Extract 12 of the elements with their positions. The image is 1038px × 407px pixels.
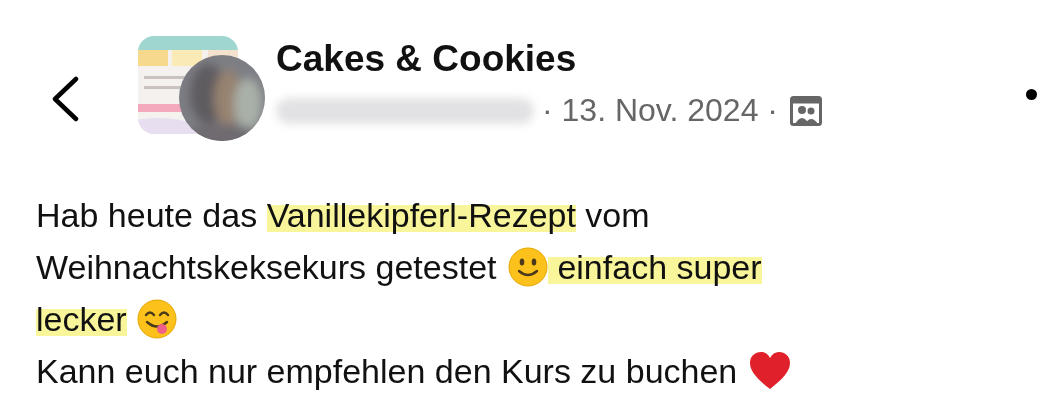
post-date: · 13. Nov. 2024 · [542,92,778,129]
yum-face-icon [136,299,177,339]
more-icon[interactable] [1026,89,1037,100]
group-icon [789,95,822,126]
post-text: Kann euch nur empfehlen den Kurs zu buchen [36,351,739,391]
post-text: Weihnachtskeksekurs getestet [36,247,498,287]
smiley-icon [507,247,548,287]
group-name[interactable]: Cakes & Cookies [276,36,822,82]
back-icon[interactable] [50,76,80,122]
post-text: Hab heute das [36,195,259,235]
post-text: vom [584,195,650,235]
heart-icon [748,351,791,391]
